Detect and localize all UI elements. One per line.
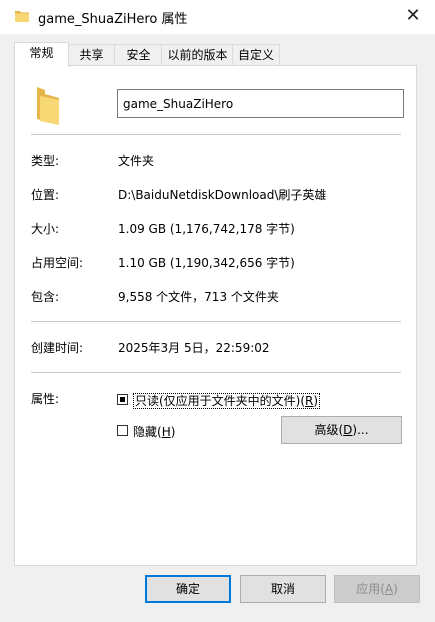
tab-label: 以前的版本 xyxy=(167,48,228,62)
title-bar: game_ShuaZiHero 属性 ✕ xyxy=(0,0,435,34)
indeterminate-mark xyxy=(120,397,125,402)
folder-name-input[interactable] xyxy=(117,89,404,118)
apply-text: 应用( xyxy=(356,582,385,596)
apply-hotkey: A xyxy=(384,582,394,596)
hidden-text: 隐藏( xyxy=(133,425,162,439)
hidden-hotkey: H xyxy=(161,425,171,439)
folder-icon xyxy=(37,87,59,125)
general-panel xyxy=(14,65,417,566)
attributes-label: 属性: xyxy=(31,392,60,406)
focus-rect: 只读(仅应用于文件夹中的文件)(R) xyxy=(133,393,321,409)
disk-size-value: 1.10 GB (1,190,342,656 字节) xyxy=(118,256,295,270)
tab-label: 自定义 xyxy=(237,48,274,62)
folder-icon xyxy=(15,11,29,22)
tab-label: 共享 xyxy=(79,48,104,62)
created-label: 创建时间: xyxy=(31,341,84,355)
type-label: 类型: xyxy=(31,154,60,168)
cancel-button[interactable]: 取消 xyxy=(240,575,326,603)
divider xyxy=(31,372,401,373)
advanced-text: 高级( xyxy=(314,423,344,437)
hidden-checkbox[interactable] xyxy=(117,425,128,436)
tab-previous-versions[interactable]: 以前的版本 xyxy=(161,44,234,66)
ok-text: 确定 xyxy=(175,582,200,596)
advanced-button[interactable]: 高级(D)... xyxy=(281,416,402,444)
type-value: 文件夹 xyxy=(118,154,155,168)
contains-label: 包含: xyxy=(31,290,60,304)
readonly-label[interactable]: 只读(仅应用于文件夹中的文件)(R) xyxy=(133,392,321,409)
hidden-label[interactable]: 隐藏(H) xyxy=(133,423,175,440)
apply-button[interactable]: 应用(A) xyxy=(334,575,420,603)
size-label: 大小: xyxy=(31,222,60,236)
ok-button[interactable]: 确定 xyxy=(145,575,231,603)
tab-general[interactable]: 常规 xyxy=(14,42,69,67)
size-value: 1.09 GB (1,176,742,178 字节) xyxy=(118,222,295,236)
created-value: 2025年3月 5日，22:59:02 xyxy=(118,341,270,355)
readonly-text-end: ) xyxy=(313,394,319,408)
cancel-text: 取消 xyxy=(270,582,295,596)
location-value: D:\BaiduNetdiskDownload\刷子英雄 xyxy=(118,188,327,202)
readonly-checkbox[interactable] xyxy=(117,394,128,405)
tab-label: 常规 xyxy=(29,46,54,60)
divider xyxy=(31,321,401,322)
contains-value: 9,558 个文件，713 个文件夹 xyxy=(118,290,279,304)
tab-customize[interactable]: 自定义 xyxy=(232,44,280,66)
hidden-text-end: ) xyxy=(170,425,176,439)
location-label: 位置: xyxy=(31,188,60,202)
disk-size-label: 占用空间: xyxy=(31,256,84,270)
divider xyxy=(31,134,401,135)
window-title: game_ShuaZiHero 属性 xyxy=(38,12,188,27)
close-icon: ✕ xyxy=(405,5,421,26)
readonly-text: 只读(仅应用于文件夹中的文件)( xyxy=(135,394,306,408)
close-button[interactable]: ✕ xyxy=(391,0,435,32)
tab-sharing[interactable]: 共享 xyxy=(67,44,116,66)
advanced-text-end: )... xyxy=(352,423,369,437)
apply-text-end: ) xyxy=(393,582,398,596)
tab-label: 安全 xyxy=(126,48,151,62)
tab-security[interactable]: 安全 xyxy=(114,44,163,66)
